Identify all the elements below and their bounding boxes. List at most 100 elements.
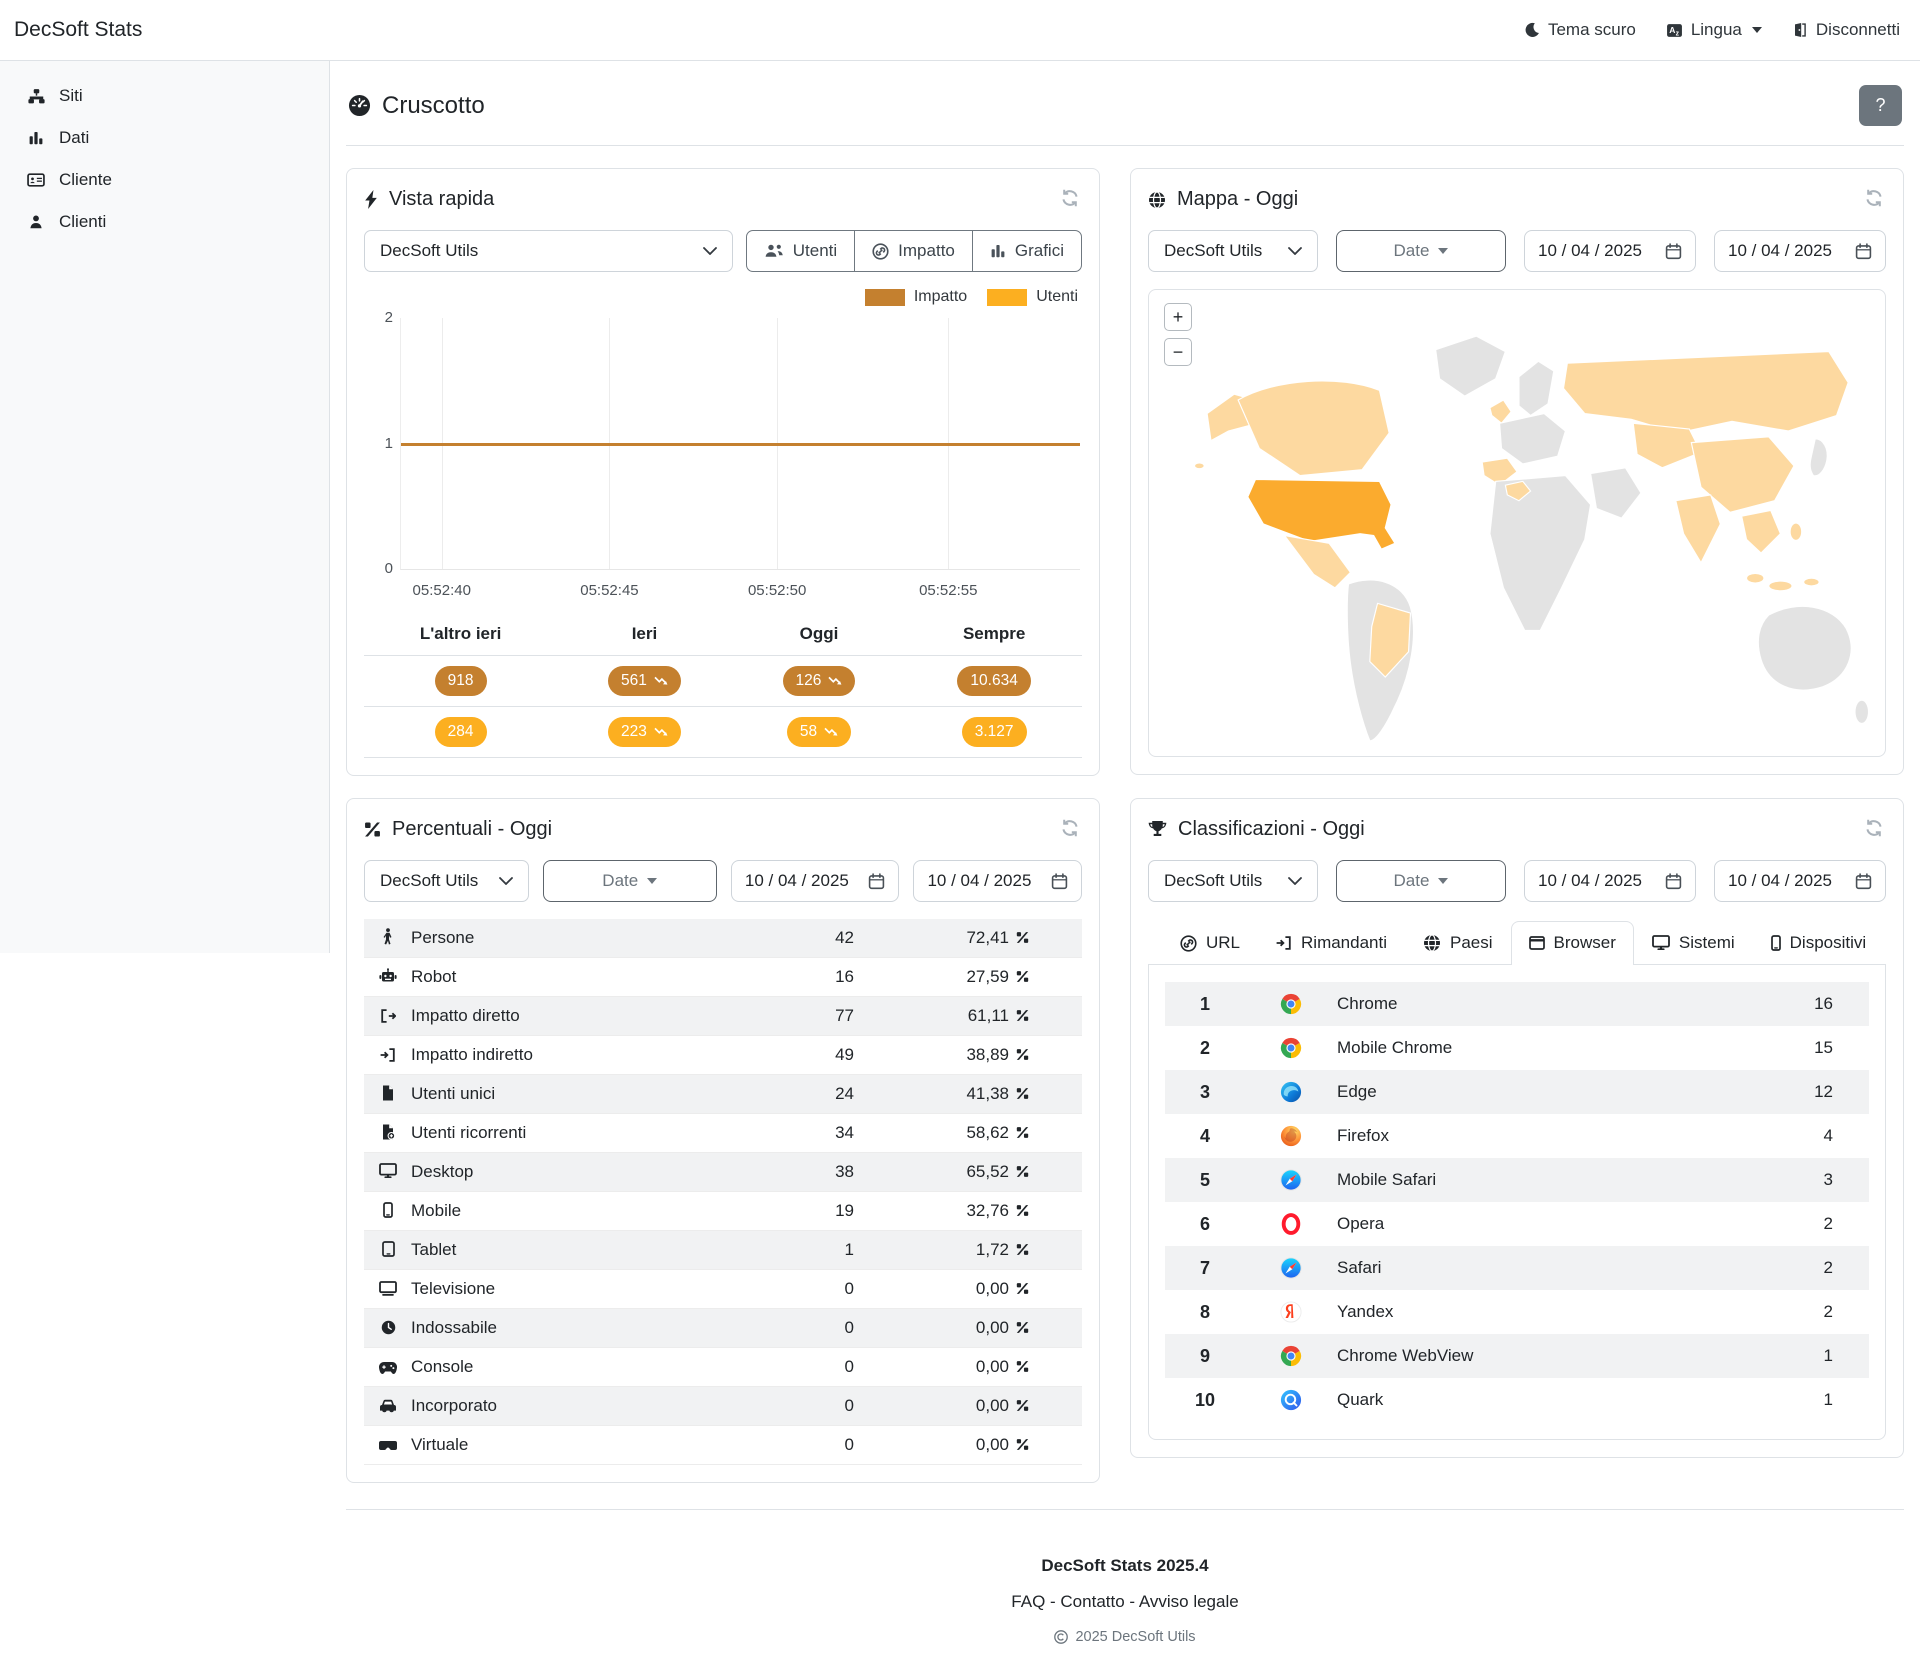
percent-sign-icon [1016,1282,1029,1295]
sidebar-item-dati[interactable]: Dati [0,117,329,159]
refresh-button[interactable] [1862,186,1886,213]
refresh-icon [1060,188,1080,208]
svg-text:A: A [1669,25,1675,35]
percent-label: Incorporato [411,1396,497,1415]
browser-name: Mobile Chrome [1337,1038,1453,1057]
site-select[interactable]: DecSoft Utils [364,860,529,902]
date-preset-dropdown[interactable]: Date [1336,230,1506,272]
page-title: Cruscotto [348,92,485,120]
footer-link-avviso-legale[interactable]: Avviso legale [1139,1592,1239,1611]
ranking-row-yandex: 8 Yandex 2 [1165,1290,1869,1334]
tab-url[interactable]: URL [1162,921,1258,965]
tab-paesi[interactable]: Paesi [1405,921,1511,965]
moon-icon [1524,22,1540,38]
caret-down-icon [1751,27,1762,33]
view-utenti-button[interactable]: Utenti [745,230,856,272]
help-button[interactable]: ? [1859,85,1902,126]
legend-swatch [987,288,1028,306]
browser-name: Safari [1337,1258,1382,1277]
dashboard-grid: Vista rapida DecSoft Utils Utenti Impatto… [346,168,1904,1483]
refresh-button[interactable] [1058,186,1082,213]
calendar-icon [1665,872,1682,890]
percent-value: 34 [704,1113,854,1153]
tab-dispositivi[interactable]: Dispositivi [1753,921,1885,965]
percent-sign-icon [1016,1087,1029,1100]
percent-share: 32,76 [966,1201,1009,1220]
percent-share: 72,41 [966,928,1009,947]
date-to-input[interactable]: 10 / 04 / 2025 [913,860,1082,902]
world-map[interactable]: + − [1148,289,1886,757]
site-select[interactable]: DecSoft Utils [1148,230,1318,272]
sidebar-item-label: Siti [59,86,83,105]
rank-number: 7 [1199,1257,1210,1278]
refresh-button[interactable] [1058,816,1082,843]
rank-number: 5 [1199,1169,1210,1190]
site-select-value: DecSoft Utils [380,871,479,890]
percentages-table: Persone 42 72,41 Robot 16 27,59 Impatto dirett… [364,919,1082,1465]
summary-row: 284 223 58 3.127 [364,706,1082,758]
top-navbar: DecSoft Stats Tema scuro Az Lingua Disco… [0,0,1920,61]
percent-row-televisione: Televisione 0 0,00 [364,1269,1082,1309]
date-from-input[interactable]: 10 / 04 / 2025 [1524,230,1696,272]
trophy-icon [1148,820,1167,839]
series-line-impatto [401,442,1080,446]
theme-label: Tema scuro [1547,20,1636,39]
link-separator: - [1045,1592,1061,1611]
percent-label: Utenti unici [411,1084,496,1103]
dark-theme-toggle[interactable]: Tema scuro [1524,20,1636,40]
language-menu[interactable]: Az Lingua [1666,20,1762,40]
sidebar-item-siti[interactable]: Siti [0,75,329,117]
logout-button[interactable]: Disconnetti [1792,20,1900,40]
date-preset-dropdown[interactable]: Date [542,860,717,902]
summary-row: 918 561 126 10.634 [364,655,1082,707]
date-to-input[interactable]: 10 / 04 / 2025 [1714,230,1886,272]
sidebar-item-label: Dati [59,128,90,147]
tablet-icon [377,1241,399,1257]
opera-logo-icon [1245,1213,1337,1235]
sidebar-item-cliente[interactable]: Cliente [0,159,329,201]
tab-browser[interactable]: Browser [1510,921,1634,965]
sidebar-item-clienti[interactable]: Clienti [0,201,329,243]
rank-number: 9 [1199,1345,1210,1366]
percent-value: 0 [704,1386,854,1426]
percent-sign-icon [1016,1204,1029,1217]
date-from-input[interactable]: 10 / 04 / 2025 [1524,860,1696,902]
percent-value: 77 [704,996,854,1036]
legend-swatch [864,288,905,306]
date-to-input[interactable]: 10 / 04 / 2025 [1714,860,1886,902]
percent-value: 19 [704,1191,854,1231]
date-to-value: 10 / 04 / 2025 [1728,871,1832,890]
footer-link-contatto[interactable]: Contatto [1060,1592,1124,1611]
quickview-chart: 05:52:40 05:52:45 05:52:50 05:52:55 0 1 2 [364,309,1082,606]
footer: DecSoft Stats 2025.4 FAQ - Contatto - Av… [346,1532,1904,1673]
map-controls: DecSoft Utils Date 10 / 04 / 2025 10 / 0… [1148,230,1886,272]
date-preset-label: Date [1393,871,1430,890]
ranking-row-mobile-chrome: 2 Mobile Chrome 15 [1165,1026,1869,1070]
view-impatto-button[interactable]: Impatto [854,230,973,272]
date-from-value: 10 / 04 / 2025 [1538,871,1642,890]
view-grafici-button[interactable]: Grafici [971,230,1082,272]
footer-link-faq[interactable]: FAQ [1011,1592,1045,1611]
percent-sign-icon [1016,1399,1029,1412]
date-from-input[interactable]: 10 / 04 / 2025 [730,860,900,902]
caret-down-icon [647,878,658,884]
percent-value: 49 [704,1035,854,1075]
percentages-title-text: Percentuali - Oggi [392,818,553,840]
refresh-button[interactable] [1862,816,1886,843]
tab-sistemi[interactable]: Sistemi [1634,921,1753,965]
x-axis-tick: 05:52:40 [412,582,471,599]
zoom-in-button[interactable]: + [1164,303,1192,331]
rankings-card-header: Classificazioni - Oggi [1148,816,1886,843]
zoom-out-button[interactable]: − [1164,338,1192,366]
site-select[interactable]: DecSoft Utils [1148,860,1318,902]
browser-count: 12 [1814,1082,1833,1101]
svg-text:z: z [1675,30,1679,37]
tab-rimandanti[interactable]: Rimandanti [1258,921,1405,965]
date-preset-dropdown[interactable]: Date [1336,860,1506,902]
percent-share: 0,00 [975,1357,1009,1376]
header-divider [346,145,1904,146]
logout-label: Disconnetti [1815,20,1900,39]
firefox-logo-icon [1245,1125,1337,1147]
site-select[interactable]: DecSoft Utils [364,230,733,272]
percentages-card-header: Percentuali - Oggi [364,816,1082,843]
